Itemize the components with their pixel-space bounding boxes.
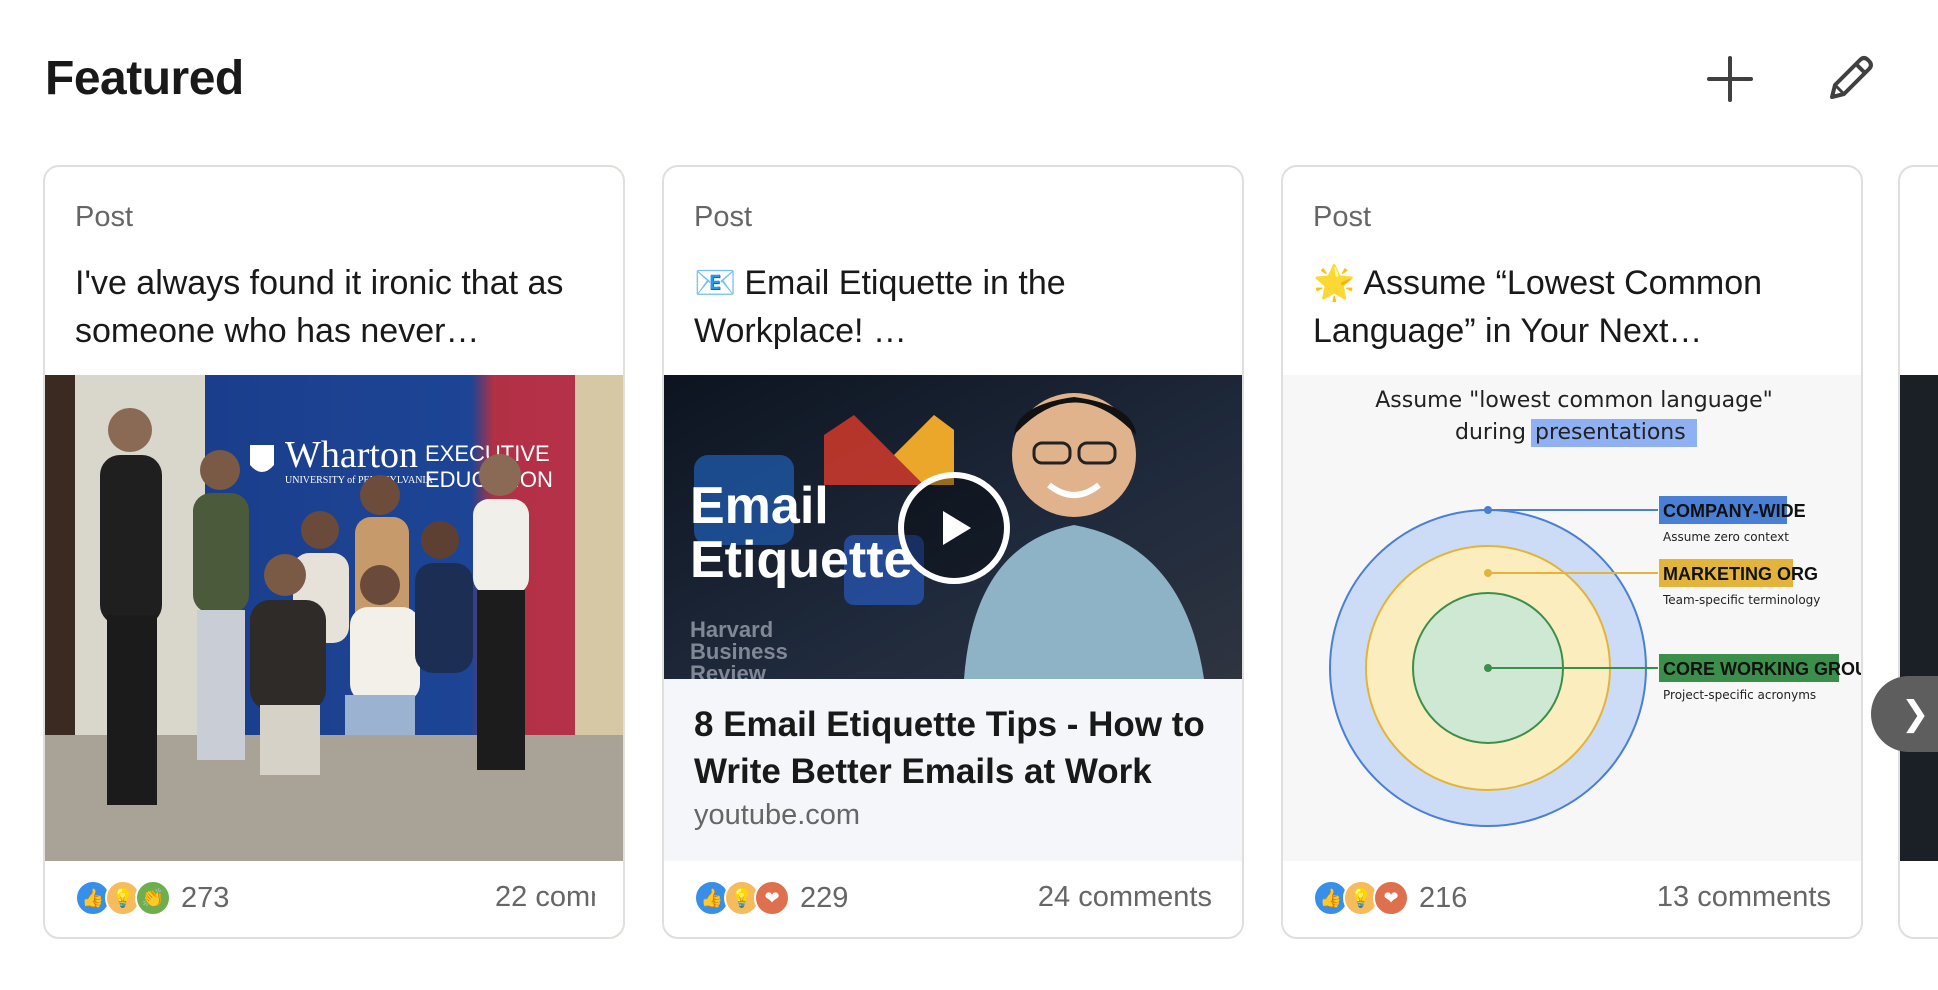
featured-card[interactable]: Post I've always found it ironic that as…: [43, 165, 625, 939]
comments-count[interactable]: 22 comments: [495, 881, 595, 914]
card-text[interactable]: I've always found it ironic that as some…: [75, 259, 595, 355]
carousel-next-button[interactable]: ❯: [1871, 676, 1938, 752]
diagram-heading-2: during: [1455, 420, 1526, 445]
group-photo: Wharton UNIVERSITY of PENNSYLVANIA EXECU…: [45, 375, 623, 861]
leader-dot: [1484, 664, 1492, 672]
reactions[interactable]: 👍 💡 👏 273: [75, 879, 229, 917]
email-emoji-icon: 📧: [694, 264, 737, 302]
play-button[interactable]: [898, 472, 1010, 584]
video-overlay-line1: Email: [690, 477, 829, 535]
card-text-body: Email Etiquette in the Workplace! …: [694, 264, 1066, 350]
diagram-heading-1: Assume "lowest common language": [1375, 388, 1773, 413]
chevron-right-icon: ❯: [1901, 695, 1930, 733]
banner-brand: Wharton: [285, 434, 418, 476]
video-thumbnail[interactable]: Email Etiquette Harvard Business Review: [664, 375, 1242, 679]
plus-icon: [1707, 56, 1753, 102]
reaction-count: 216: [1419, 881, 1468, 914]
link-host: youtube.com: [694, 799, 861, 831]
card-text[interactable]: 🌟 Assume “Lowest Common Language” in Your…: [1313, 259, 1833, 355]
featured-header: Featured: [45, 48, 1895, 110]
link-title: 8 Email Etiquette Tips - How to Write Be…: [694, 705, 1205, 791]
comments-count[interactable]: 13 comments: [1657, 881, 1831, 914]
pencil-icon: [1830, 56, 1873, 99]
love-reaction-icon: ❤: [754, 880, 790, 916]
post-image[interactable]: Wharton UNIVERSITY of PENNSYLVANIA EXECU…: [45, 375, 623, 861]
featured-card[interactable]: Post 📧 Email Etiquette in the Workplace! …: [662, 165, 1244, 939]
celebrate-reaction-icon: 👏: [135, 880, 171, 916]
reaction-count: 229: [800, 881, 849, 914]
post-image[interactable]: Assume "lowest common language" during p…: [1283, 375, 1861, 861]
comments-count[interactable]: 24 comments: [1038, 881, 1212, 914]
ring-note-3: Project-specific acronyms: [1663, 688, 1816, 702]
reactions[interactable]: 👍 💡 ❤ 216: [1313, 879, 1467, 917]
card-social-bar: 👍 💡 ❤ 216 13 comments: [1283, 859, 1861, 937]
banner-sub: UNIVERSITY of PENNSYLVANIA: [285, 475, 434, 486]
love-reaction-icon: ❤: [1373, 880, 1409, 916]
leader-dot: [1484, 569, 1492, 577]
reaction-count: 273: [181, 881, 230, 914]
featured-carousel: Post I've always found it ironic that as…: [0, 163, 1938, 943]
card-social-bar: 👍 💡 ❤ 229 24 comments: [664, 859, 1242, 937]
post-image[interactable]: [1900, 375, 1938, 861]
card-type-label: Post: [75, 201, 134, 233]
video-overlay-line2: Etiquette: [690, 531, 912, 589]
star-emoji-icon: 🌟: [1313, 264, 1356, 302]
play-icon: [943, 511, 971, 545]
card-type-label: Post: [694, 201, 753, 233]
ring-label-3: CORE WORKING GROUP: [1663, 659, 1861, 679]
featured-card-partial[interactable]: [1898, 165, 1938, 939]
reactions[interactable]: 👍 💡 ❤ 229: [694, 879, 848, 917]
diagram-heading-highlight: presentations: [1535, 420, 1686, 445]
card-text[interactable]: 📧 Email Etiquette in the Workplace! …: [694, 259, 1214, 355]
add-featured-button[interactable]: [1699, 48, 1761, 110]
ring-note-2: Team-specific terminology: [1662, 593, 1820, 607]
card-text-body: Assume “Lowest Common Language” in Your …: [1313, 264, 1763, 350]
link-preview[interactable]: 8 Email Etiquette Tips - How to Write Be…: [664, 679, 1242, 861]
edit-featured-button[interactable]: [1819, 48, 1881, 110]
section-title: Featured: [45, 52, 244, 105]
video-watermark-3: Review: [690, 661, 767, 679]
featured-card[interactable]: Post 🌟 Assume “Lowest Common Language” in…: [1281, 165, 1863, 939]
card-type-label: Post: [1313, 201, 1372, 233]
concentric-diagram: Assume "lowest common language" during p…: [1329, 388, 1861, 827]
ring-label-1: COMPANY-WIDE: [1663, 501, 1806, 521]
ring-label-2: MARKETING ORG: [1663, 564, 1818, 584]
leader-dot: [1484, 506, 1492, 514]
card-social-bar: 👍 💡 👏 273 22 comments: [45, 859, 623, 937]
ring-note-1: Assume zero context: [1663, 530, 1789, 544]
